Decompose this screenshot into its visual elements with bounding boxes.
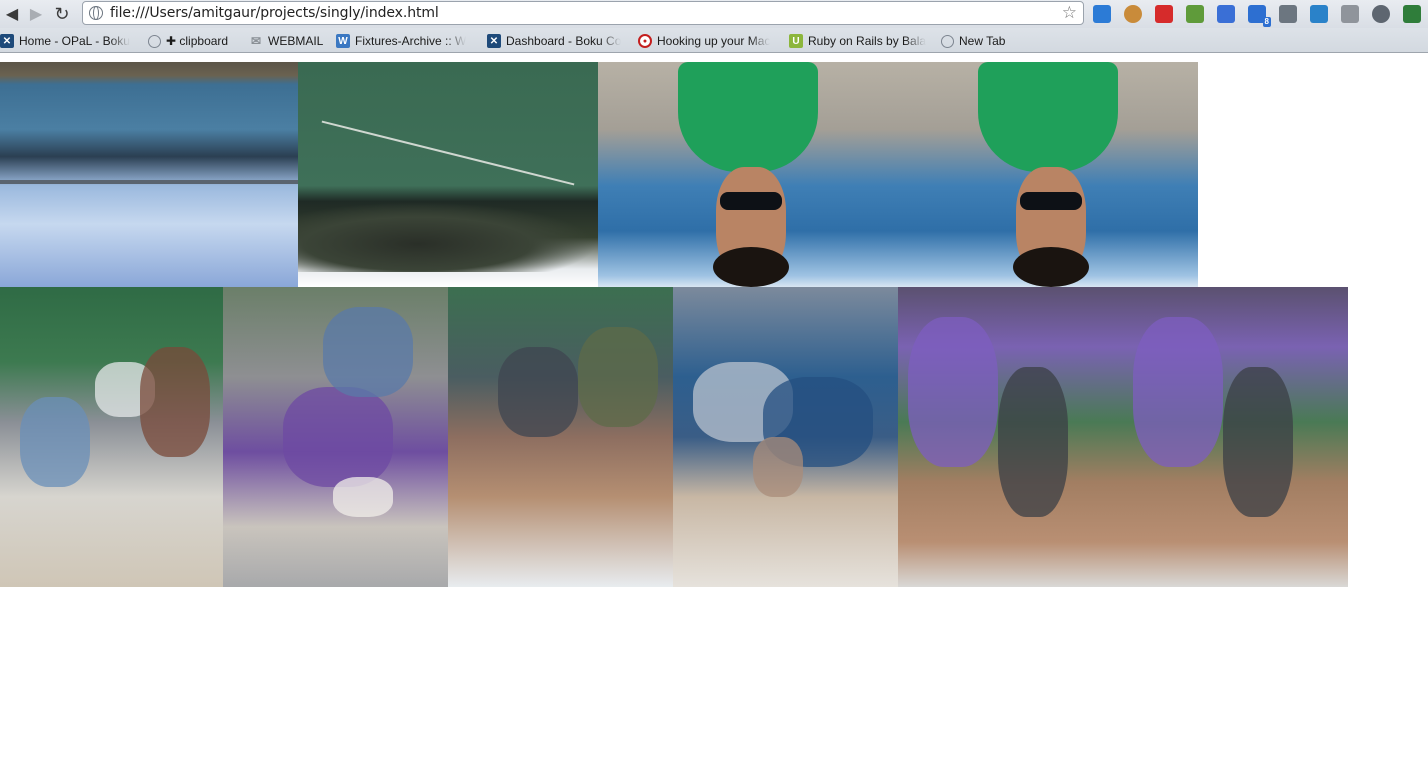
photo-man-green-shirt[interactable] xyxy=(598,62,898,287)
extension-bar: 8 xyxy=(1090,2,1428,27)
browser-toolbar: ◀ ▶ ↻ file:///Users/amitgaur/projects/si… xyxy=(0,0,1428,28)
star-icon[interactable]: ☆ xyxy=(1062,3,1077,23)
globe-icon xyxy=(148,34,161,48)
bookmark-home-opal[interactable]: ✕ Home - OPaL - Boku xyxy=(0,30,132,52)
photo-people-laptop[interactable] xyxy=(0,287,223,587)
photo-man-green-shirt-2[interactable] xyxy=(898,62,1198,287)
w-icon: W xyxy=(336,34,350,48)
reload-button[interactable]: ↻ xyxy=(50,2,74,26)
bookmarks-bar: ✕ Home - OPaL - Boku ✚ clipboard ✉ WEBMA… xyxy=(0,28,1428,53)
bookmark-clipboard[interactable]: ✚ clipboard xyxy=(148,30,238,52)
photo-waterfront[interactable] xyxy=(0,62,298,287)
red-ext-icon[interactable] xyxy=(1152,3,1176,25)
rss-icon[interactable] xyxy=(1214,3,1238,25)
bookmark-fixtures-archive[interactable]: W Fixtures-Archive :: W xyxy=(336,30,471,52)
photo-man-hardhat[interactable] xyxy=(223,287,448,587)
bookmark-ruby-on-rails[interactable]: U Ruby on Rails by Bala xyxy=(789,30,927,52)
mail-icon[interactable] xyxy=(1307,3,1331,25)
k-icon[interactable] xyxy=(1338,3,1362,25)
photo-group-street-2[interactable] xyxy=(1123,287,1348,587)
photo-street-plants[interactable] xyxy=(448,287,673,587)
photo-group-street[interactable] xyxy=(898,287,1123,587)
camera-icon[interactable] xyxy=(1369,3,1393,25)
back-button[interactable]: ◀ xyxy=(0,2,24,26)
globe-icon xyxy=(89,6,103,20)
photo-tennis-court[interactable] xyxy=(298,62,598,287)
bookmark-hooking-up-mac[interactable]: ● Hooking up your Mac xyxy=(638,30,774,52)
mail-icon: ✉ xyxy=(250,34,262,48)
bookmark-new-tab[interactable]: New Tab xyxy=(941,30,1021,52)
badge: 8 xyxy=(1262,17,1271,27)
boku-icon: ✕ xyxy=(0,34,14,48)
tools-icon[interactable] xyxy=(1276,3,1300,25)
address-bar[interactable]: file:///Users/amitgaur/projects/singly/i… xyxy=(82,1,1084,25)
cookie-icon[interactable] xyxy=(1121,3,1145,25)
boku-icon: ✕ xyxy=(487,34,501,48)
bookmark-dashboard-boku[interactable]: ✕ Dashboard - Boku Co xyxy=(487,30,622,52)
puzzle-icon[interactable] xyxy=(1400,3,1424,25)
forward-button[interactable]: ▶ xyxy=(24,2,48,26)
evernote-icon[interactable] xyxy=(1183,3,1207,25)
record-icon: ● xyxy=(638,34,652,48)
photo-man-laptop[interactable] xyxy=(673,287,898,587)
url-text[interactable]: file:///Users/amitgaur/projects/singly/i… xyxy=(110,5,439,21)
u-icon: U xyxy=(789,34,803,48)
phone-icon[interactable]: 8 xyxy=(1245,3,1271,27)
bookmark-webmail[interactable]: ✉ WEBMAIL xyxy=(249,30,324,52)
screen-icon[interactable] xyxy=(1090,3,1114,25)
globe-icon xyxy=(941,34,954,48)
